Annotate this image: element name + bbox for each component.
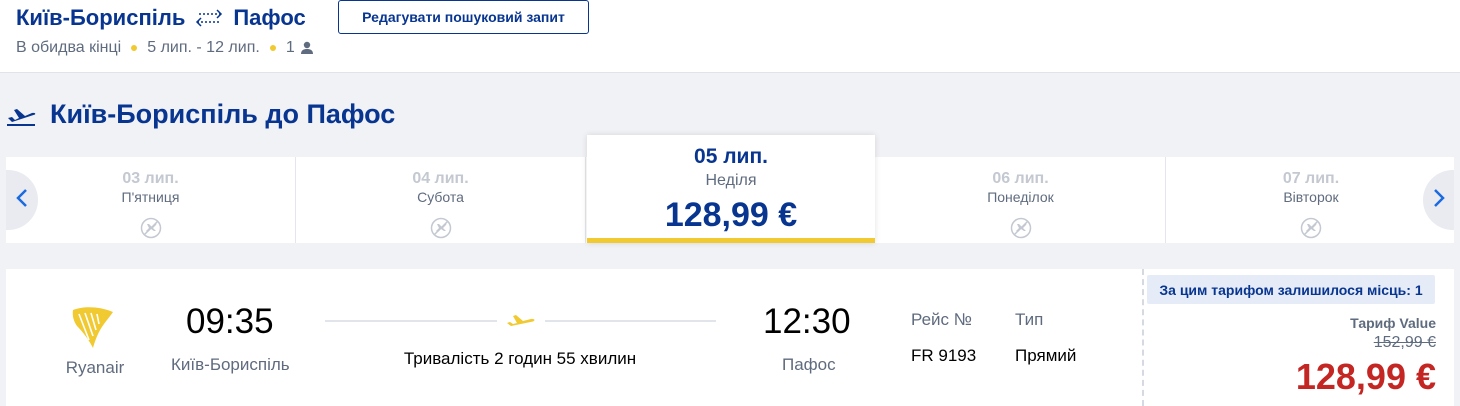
seats-left-badge: За цим тарифом залишилося місць: 1 — [1147, 275, 1435, 304]
date-tile-weekday: Понеділок — [987, 189, 1054, 205]
edit-search-button[interactable]: Редагувати пошуковий запит — [338, 0, 589, 34]
date-tile-date: 04 лип. — [412, 170, 469, 187]
current-price[interactable]: 128,99 € — [1296, 356, 1436, 398]
separator-dot — [269, 45, 276, 51]
arrival-city: Пафос — [782, 355, 836, 374]
separator-dot — [131, 45, 138, 51]
flight-type: Прямий — [1015, 346, 1077, 365]
no-flight-icon — [430, 217, 452, 239]
plane-takeoff-icon — [6, 103, 38, 126]
date-tile-weekday: Вівторок — [1283, 189, 1339, 205]
date-tile[interactable]: 04 лип. Субота — [296, 157, 586, 243]
flight-path-line — [545, 320, 716, 322]
no-flight-icon — [1300, 217, 1322, 239]
old-price: 152,99 € — [1373, 334, 1436, 351]
chevron-right-icon — [1433, 188, 1445, 213]
section-title-text: Київ-Бориспіль до Пафос — [50, 98, 396, 129]
round-trip-arrows-icon — [191, 7, 227, 29]
fare-name: Тариф Value — [1350, 315, 1436, 331]
date-tile-date: 07 лип. — [1282, 170, 1340, 187]
no-flight-icon — [140, 217, 162, 239]
date-tile-selected[interactable]: 05 лип. Неділя 128,99 € — [587, 135, 875, 243]
flight-duration: Тривалість 2 годин 55 хвилин — [403, 349, 637, 368]
trip-dates: 5 лип. - 12 лип. — [147, 39, 260, 56]
flight-number: FR 9193 — [911, 346, 977, 365]
date-tile-date: 06 лип. — [992, 170, 1049, 187]
date-tile-weekday: П'ятниця — [121, 189, 180, 205]
date-tile[interactable]: 07 лип. Вівторок — [1166, 157, 1456, 243]
route-title: Київ-Бориспіль Пафос — [16, 4, 306, 32]
date-tile[interactable]: 06 лип. Понеділок — [876, 157, 1166, 243]
flight-path-line — [325, 320, 497, 322]
trip-type: В обидва кінці — [16, 39, 122, 56]
no-flight-icon — [1010, 217, 1032, 239]
flight-number-label: Рейс № — [911, 310, 973, 329]
card-divider — [1142, 269, 1144, 406]
airline-name: Ryanair — [65, 358, 125, 377]
passenger-count: 1 — [285, 39, 295, 56]
trip-meta: В обидва кінці 5 лип. - 12 лип. 1 — [16, 38, 314, 58]
selected-price: 128,99 € — [664, 196, 798, 234]
destination-city: Пафос — [233, 5, 306, 30]
person-icon — [300, 41, 314, 55]
search-summary-header: Київ-Бориспіль Пафос Редагувати пошукови… — [0, 0, 1460, 73]
date-tile[interactable]: 03 лип. П'ятниця — [6, 157, 296, 243]
plane-icon — [505, 312, 537, 330]
outbound-section-title: Київ-Бориспіль до Пафос — [6, 97, 395, 131]
date-tile-weekday: Субота — [417, 189, 464, 205]
selected-weekday: Неділя — [705, 172, 757, 189]
flight-type-label: Тип — [1015, 310, 1044, 329]
chevron-left-icon — [16, 188, 28, 213]
departure-city: Київ-Бориспіль — [171, 355, 290, 374]
date-tile-date: 03 лип. — [122, 170, 179, 187]
origin-city: Київ-Бориспіль — [16, 5, 186, 30]
ryanair-harp-logo — [69, 304, 121, 350]
selected-date: 05 лип. — [694, 145, 768, 168]
arrival-time: 12:30 — [763, 302, 851, 341]
departure-time: 09:35 — [186, 302, 274, 341]
